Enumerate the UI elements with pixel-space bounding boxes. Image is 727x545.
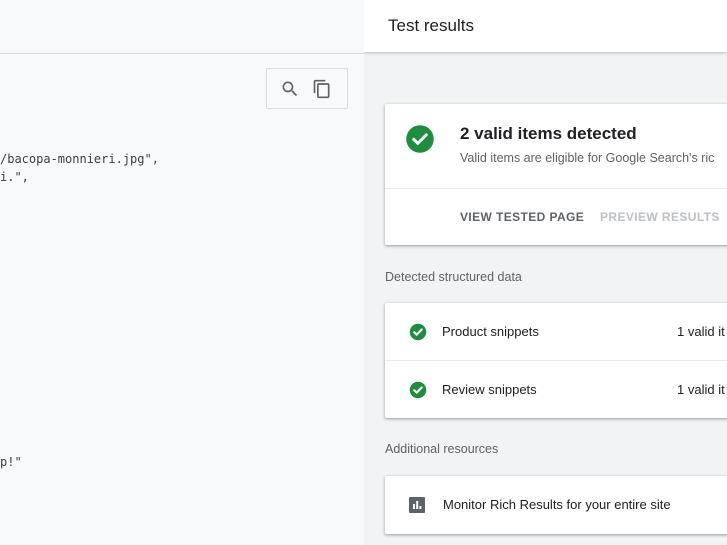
check-circle-icon: [409, 323, 427, 341]
divider: [385, 188, 727, 189]
code-line: i.",: [0, 170, 29, 184]
detected-structured-data-label: Detected structured data: [385, 270, 522, 284]
search-icon[interactable]: [280, 79, 300, 99]
preview-results-button[interactable]: PREVIEW RESULTS: [600, 210, 720, 224]
code-pane: /bacopa-monnieri.jpg", i.", p!": [0, 0, 364, 545]
results-header: Test results: [364, 0, 727, 52]
resource-label: Monitor Rich Results for your entire sit…: [443, 497, 671, 512]
structured-data-row-review-snippets[interactable]: Review snippets 1 valid it: [385, 360, 727, 418]
structured-data-name: Product snippets: [442, 324, 539, 339]
monitor-rich-results-link[interactable]: Monitor Rich Results for your entire sit…: [385, 476, 727, 534]
page-title: Test results: [388, 16, 474, 35]
copy-icon[interactable]: [312, 79, 332, 99]
view-tested-page-button[interactable]: VIEW TESTED PAGE: [460, 210, 584, 224]
structured-data-count: 1 valid it: [677, 382, 725, 397]
structured-data-count: 1 valid it: [677, 324, 725, 339]
summary-card: 2 valid items detected Valid items are e…: [385, 104, 727, 245]
code-line: p!": [0, 455, 22, 469]
bar-chart-icon: [409, 497, 425, 513]
code-line: /bacopa-monnieri.jpg",: [0, 152, 159, 166]
results-pane: Test results 2 valid items detected Vali…: [364, 0, 727, 545]
structured-data-card: Product snippets 1 valid it Review snipp…: [385, 303, 727, 418]
additional-resources-label: Additional resources: [385, 442, 499, 456]
code-tools: [266, 68, 348, 109]
structured-data-row-product-snippets[interactable]: Product snippets 1 valid it: [385, 303, 727, 360]
summary-subtitle: Valid items are eligible for Google Sear…: [460, 151, 715, 165]
check-circle-icon: [405, 124, 435, 154]
summary-title: 2 valid items detected: [460, 124, 637, 143]
structured-data-name: Review snippets: [442, 382, 537, 397]
check-circle-icon: [409, 381, 427, 399]
code-pane-toolbar: [0, 0, 364, 54]
